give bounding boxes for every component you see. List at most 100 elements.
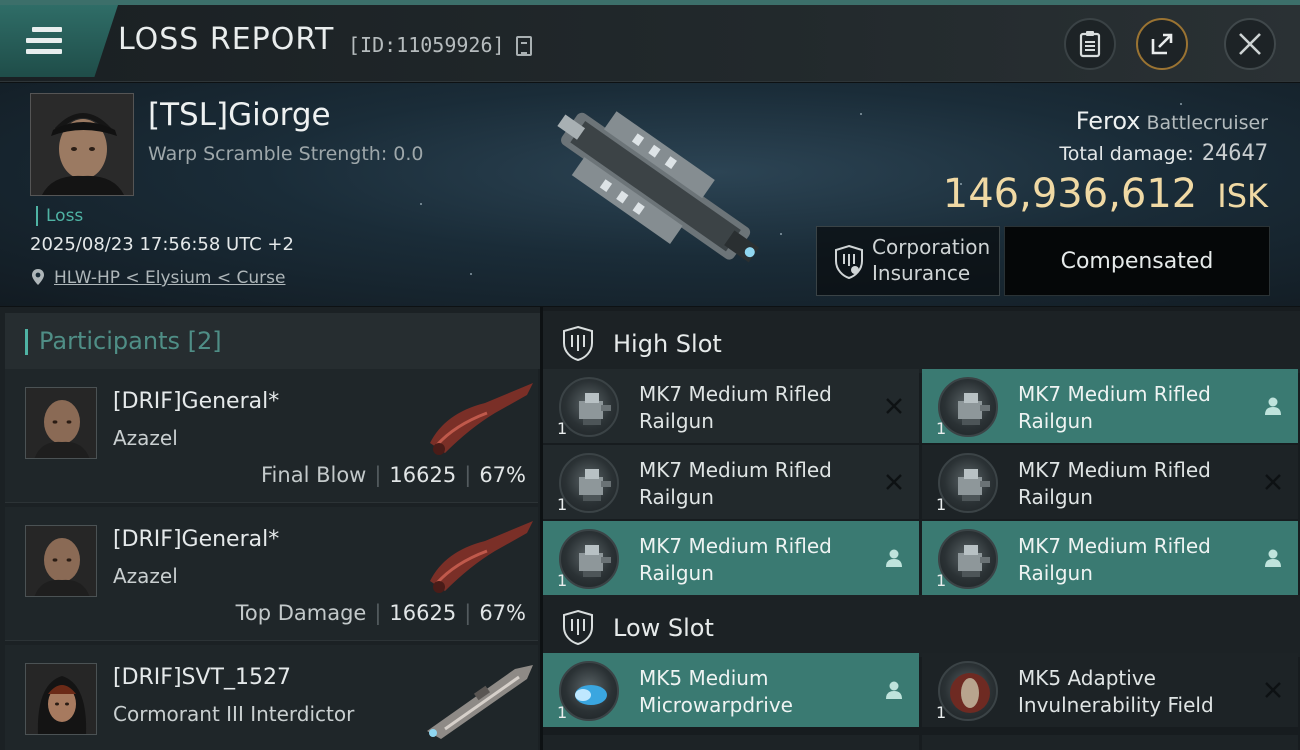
insurance-label-line1: Corporation: [872, 235, 991, 259]
participant-avatar[interactable]: [25, 525, 97, 597]
destroyed-x-icon: [1265, 474, 1281, 490]
module-name-line2: Invulnerability Field: [1018, 693, 1214, 717]
module-quantity: 1: [936, 495, 947, 514]
azazel-ship-image: [430, 383, 533, 455]
ship-name: Ferox Battlecruiser: [1076, 107, 1268, 135]
module-quantity: 1: [557, 703, 568, 722]
module-tile[interactable]: 1 MK5 Adaptive Invulnerability Field: [922, 653, 1298, 727]
victim-panel: [TSL]Giorge Warp Scramble Strength: 0.0 …: [0, 83, 1300, 306]
module-name: MK7 Medium Rifled Railgun: [639, 381, 832, 435]
railgun-icon: [938, 529, 998, 589]
module-tile[interactable]: 1 MK7 Medium Rifled Railgun: [922, 521, 1298, 595]
corporation-insurance-box[interactable]: Corporation Insurance: [816, 226, 1000, 296]
victim-name[interactable]: [TSL]Giorge: [148, 97, 331, 133]
low-slot-label: Low Slot: [613, 614, 714, 642]
loss-datetime: 2025/08/23 17:56:58 UTC +2: [30, 234, 294, 255]
share-button[interactable]: [1136, 18, 1188, 70]
dropped-person-icon: [886, 681, 902, 699]
warp-scramble-strength: Warp Scramble Strength: 0.0: [148, 143, 424, 165]
participant-avatar[interactable]: [25, 387, 97, 459]
shield-field-icon: [938, 661, 998, 721]
copy-icon[interactable]: [516, 36, 532, 56]
module-name-line1: MK5 Medium: [639, 666, 769, 690]
ship-type[interactable]: Ferox: [1076, 107, 1141, 135]
module-quantity: 1: [557, 495, 568, 514]
page-title: LOSS REPORT: [118, 22, 335, 57]
module-name-line1: MK7 Medium Rifled: [639, 458, 832, 482]
insurance-status[interactable]: Compensated: [1004, 226, 1270, 296]
module-name-line1: MK7 Medium Rifled: [1018, 458, 1211, 482]
total-damage: Total damage: 24647: [1059, 141, 1268, 166]
participant-percent: 67%: [479, 601, 526, 625]
module-name: MK7 Medium Rifled Railgun: [1018, 381, 1211, 435]
participant-tag: Final Blow: [261, 463, 367, 487]
railgun-icon: [559, 529, 619, 589]
module-name-line2: Microwarpdrive: [639, 693, 793, 717]
module-name-line2: Railgun: [639, 409, 714, 433]
railgun-icon: [559, 377, 619, 437]
ferox-ship-image: [557, 111, 760, 263]
participants-title: Participants: [39, 327, 180, 355]
close-button[interactable]: [1224, 18, 1276, 70]
participant-ship: Azazel: [113, 564, 178, 588]
loss-tag: Loss: [36, 206, 83, 226]
insurance-shield-icon: [835, 244, 863, 280]
module-tile[interactable]: 1 MK7 Medium Rifled Railgun: [922, 445, 1298, 519]
participants-header: Participants [2]: [5, 313, 540, 369]
module-tile[interactable]: 1 MK5 Medium Microwarpdrive: [543, 653, 919, 727]
module-name-line2: Railgun: [1018, 561, 1093, 585]
module-name-line1: MK7 Medium Rifled: [639, 382, 832, 406]
module-quantity: 1: [557, 571, 568, 590]
victim-portrait[interactable]: [30, 93, 134, 196]
module-tile[interactable]: 1 MK7 Medium Rifled Railgun: [543, 445, 919, 519]
low-slot-icon: [563, 609, 593, 645]
participant-row[interactable]: [DRIF]General* Azazel Final Blow | 16625 | 6…: [5, 369, 538, 503]
participant-ship: Azazel: [113, 426, 178, 450]
module-name-line2: Railgun: [639, 485, 714, 509]
module-quantity: 1: [936, 571, 947, 590]
close-icon: [1239, 33, 1261, 55]
participant-row[interactable]: [DRIF]General* Azazel Top Damage | 16625 | 6…: [5, 507, 538, 641]
share-icon: [1151, 33, 1173, 55]
total-damage-value: 24647: [1201, 141, 1268, 166]
participant-name[interactable]: [DRIF]SVT_1527: [113, 665, 291, 690]
module-partial[interactable]: [543, 735, 919, 750]
participant-name[interactable]: [DRIF]General*: [113, 389, 279, 414]
participant-name[interactable]: [DRIF]General*: [113, 527, 279, 552]
module-name-line2: Railgun: [1018, 485, 1093, 509]
participant-damage: 16625: [389, 601, 457, 625]
module-name: MK5 Medium Microwarpdrive: [639, 665, 793, 719]
participants-count: [2]: [187, 327, 222, 355]
high-slot-icon: [563, 325, 593, 361]
module-tile[interactable]: 1 MK7 Medium Rifled Railgun: [543, 521, 919, 595]
module-quantity: 1: [936, 419, 947, 438]
module-partial[interactable]: [922, 735, 1298, 750]
module-name: MK7 Medium Rifled Railgun: [1018, 457, 1211, 511]
location-link[interactable]: HLW-HP < Elysium < Curse: [54, 268, 285, 288]
hamburger-icon[interactable]: [26, 27, 62, 57]
clipboard-button[interactable]: [1064, 18, 1116, 70]
module-name-line1: MK7 Medium Rifled: [1018, 534, 1211, 558]
ship-class: Battlecruiser: [1146, 112, 1268, 134]
module-tile[interactable]: 1 MK7 Medium Rifled Railgun: [922, 369, 1298, 443]
fitting-panel: High Slot 1 MK7 Medium Rifled Railgun 1 MK7 …: [543, 307, 1300, 750]
dropped-person-icon: [1265, 549, 1281, 567]
participant-avatar[interactable]: [25, 663, 97, 735]
module-quantity: 1: [936, 703, 947, 722]
participant-ship: Cormorant III Interdictor: [113, 702, 355, 726]
dropped-person-icon: [1265, 397, 1281, 415]
module-tile[interactable]: 1 MK7 Medium Rifled Railgun: [543, 369, 919, 443]
menu-button[interactable]: [0, 5, 118, 77]
destroyed-x-icon: [1265, 682, 1281, 698]
railgun-icon: [938, 453, 998, 513]
module-name-line2: Railgun: [1018, 409, 1093, 433]
destroyed-x-icon: [886, 398, 902, 414]
azazel-ship-image: [430, 521, 533, 593]
high-slot-header: High Slot: [543, 311, 1300, 373]
module-quantity: 1: [557, 419, 568, 438]
participants-panel: Participants [2] [DRIF]General* Azazel F…: [0, 307, 540, 750]
participant-tag: Top Damage: [235, 601, 367, 625]
destroyed-x-icon: [886, 474, 902, 490]
participant-row[interactable]: [DRIF]SVT_1527 Cormorant III Interdictor: [5, 645, 538, 750]
total-damage-label: Total damage:: [1059, 143, 1194, 165]
